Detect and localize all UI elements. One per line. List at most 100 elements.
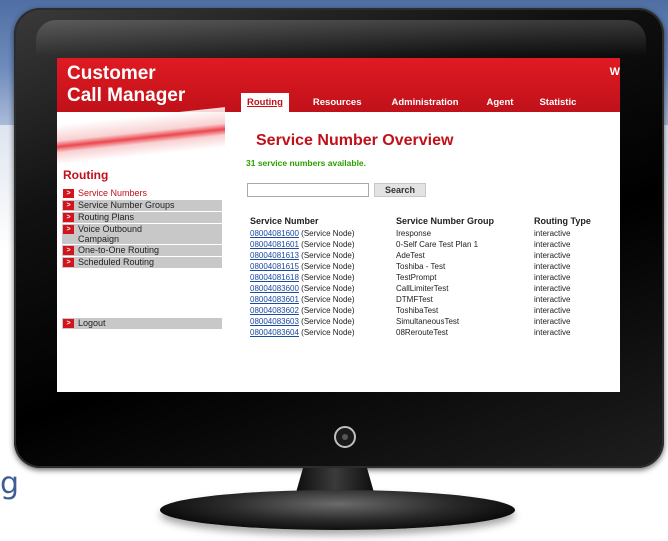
table-row: 08004083601 (Service Node) DTMFTest intera… <box>250 294 620 305</box>
routing-type-cell: interactive <box>534 273 571 282</box>
table-row: 08004083600 (Service Node) CallLimiterTes… <box>250 283 620 294</box>
sidebar: Routing > Service Numbers > Service Numb… <box>57 107 225 392</box>
backdrop-text-fragment: g <box>0 466 20 501</box>
screen: Customer Call Manager W Routing Resource… <box>57 58 620 392</box>
service-number-link[interactable]: 08004081615 <box>250 262 299 271</box>
sidebar-item-one-to-one-routing[interactable]: > One-to-One Routing <box>62 245 222 256</box>
service-number-cell: 08004083603 (Service Node) <box>250 316 396 327</box>
app-title-line-1: Customer <box>67 63 156 84</box>
logout-button[interactable]: > Logout <box>62 318 222 329</box>
routing-type-cell: interactive <box>534 251 571 260</box>
service-number-cell: 08004081600 (Service Node) <box>250 228 396 239</box>
service-number-cell: 08004083604 (Service Node) <box>250 327 396 338</box>
service-number-cell: 08004081615 (Service Node) <box>250 261 396 272</box>
search-button[interactable]: Search <box>374 183 426 197</box>
service-node-label: (Service Node) <box>298 306 355 315</box>
service-node-label: (Service Node) <box>298 295 355 304</box>
routing-type-cell: interactive <box>534 317 571 326</box>
routing-type-cell: interactive <box>534 262 571 271</box>
service-number-link[interactable]: 08004083600 <box>250 284 299 293</box>
main-content: Service Number Overview 31 service numbe… <box>242 112 620 392</box>
tab-administration[interactable]: Administration <box>391 93 458 112</box>
service-number-link[interactable]: 08004083603 <box>250 317 299 326</box>
table-body: 08004081600 (Service Node) Iresponse inter… <box>250 228 620 338</box>
group-cell: Toshiba - Test <box>396 262 446 271</box>
routing-type-cell: interactive <box>534 295 571 304</box>
sidebar-item-service-numbers[interactable]: > Service Numbers <box>62 188 222 199</box>
monitor-stand <box>160 490 515 530</box>
sidebar-item-label: Service Numbers <box>78 188 148 198</box>
service-node-label: (Service Node) <box>298 273 355 282</box>
service-number-cell: 08004081601 (Service Node) <box>250 239 396 250</box>
group-cell: 0-Self Care Test Plan 1 <box>396 240 479 249</box>
column-header-group: Service Number Group <box>396 216 495 226</box>
tab-agent[interactable]: Agent <box>487 93 514 112</box>
table-row: 08004083602 (Service Node) ToshibaTest int… <box>250 305 620 316</box>
routing-type-cell: interactive <box>534 284 571 293</box>
service-number-cell: 08004081613 (Service Node) <box>250 250 396 261</box>
tab-statistic[interactable]: Statistic <box>539 93 576 112</box>
sidebar-item-label: Service Number Groups <box>78 200 175 210</box>
table-row: 08004081618 (Service Node) TestPrompt inte… <box>250 272 620 283</box>
sidebar-item-service-number-groups[interactable]: > Service Number Groups <box>62 200 222 211</box>
power-button-icon <box>334 426 356 448</box>
arrow-right-icon: > <box>63 225 74 234</box>
service-number-link[interactable]: 08004081600 <box>250 229 299 238</box>
group-cell: ToshibaTest <box>396 306 439 315</box>
bezel-shine <box>36 20 646 56</box>
group-cell: Iresponse <box>396 229 432 238</box>
sidebar-item-label: Scheduled Routing <box>78 257 155 267</box>
service-number-cell: 08004083601 (Service Node) <box>250 294 396 305</box>
routing-type-cell: interactive <box>534 229 571 238</box>
sidebar-item-voice-outbound-campaign[interactable]: > Voice Outbound Campaign <box>62 224 222 244</box>
app-title: Customer Call Manager <box>67 63 185 107</box>
service-number-link[interactable]: 08004083601 <box>250 295 299 304</box>
service-node-label: (Service Node) <box>298 251 355 260</box>
group-cell: 08RerouteTest <box>396 328 449 337</box>
service-number-link[interactable]: 08004081618 <box>250 273 299 282</box>
page-title: Service Number Overview <box>256 132 454 149</box>
logout-label: Logout <box>78 318 106 328</box>
search-input[interactable] <box>247 183 369 197</box>
arrow-right-icon: > <box>63 319 74 328</box>
group-cell: AdeTest <box>396 251 425 260</box>
sidebar-item-routing-plans[interactable]: > Routing Plans <box>62 212 222 223</box>
arrow-right-icon: > <box>63 201 74 210</box>
arrow-right-icon: > <box>63 189 74 198</box>
service-number-link[interactable]: 08004081613 <box>250 251 299 260</box>
column-header-service-number: Service Number <box>250 216 319 226</box>
service-node-label: (Service Node) <box>298 328 355 337</box>
service-number-cell: 08004081618 (Service Node) <box>250 272 396 283</box>
user-initial: W <box>609 66 620 78</box>
column-header-routing-type: Routing Type <box>534 216 591 226</box>
table-row: 08004083603 (Service Node) SimultaneousTe… <box>250 316 620 327</box>
logout-section: > Logout <box>62 318 222 330</box>
service-number-link[interactable]: 08004083604 <box>250 328 299 337</box>
arrow-right-icon: > <box>63 246 74 255</box>
sidebar-item-label: Routing Plans <box>78 212 135 222</box>
service-number-link[interactable]: 08004081601 <box>250 240 299 249</box>
service-node-label: (Service Node) <box>298 284 355 293</box>
service-number-table: Service Number Service Number Group Rout… <box>250 216 620 338</box>
table-header: Service Number Service Number Group Rout… <box>250 216 620 228</box>
routing-type-cell: interactive <box>534 328 571 337</box>
group-cell: TestPrompt <box>396 273 437 282</box>
tab-resources[interactable]: Resources <box>313 93 362 112</box>
app-title-line-2: Call Manager <box>67 85 186 106</box>
arrow-right-icon: > <box>63 213 74 222</box>
table-row: 08004081600 (Service Node) Iresponse inter… <box>250 228 620 239</box>
service-node-label: (Service Node) <box>298 317 355 326</box>
arrow-right-icon: > <box>63 258 74 267</box>
routing-type-cell: interactive <box>534 240 571 249</box>
tab-routing[interactable]: Routing <box>241 93 289 112</box>
sidebar-heading: Routing <box>63 168 109 182</box>
sidebar-item-scheduled-routing[interactable]: > Scheduled Routing <box>62 257 222 268</box>
service-number-count: 31 service numbers available. <box>246 158 367 168</box>
sidebar-nav: > Service Numbers > Service Number Group… <box>62 188 222 269</box>
app-header: Customer Call Manager W Routing Resource… <box>57 58 620 112</box>
main-tabs: Routing Resources Administration Agent S… <box>241 93 576 112</box>
service-number-cell: 08004083602 (Service Node) <box>250 305 396 316</box>
group-cell: CallLimiterTest <box>396 284 449 293</box>
service-number-link[interactable]: 08004083602 <box>250 306 299 315</box>
routing-type-cell: interactive <box>534 306 571 315</box>
